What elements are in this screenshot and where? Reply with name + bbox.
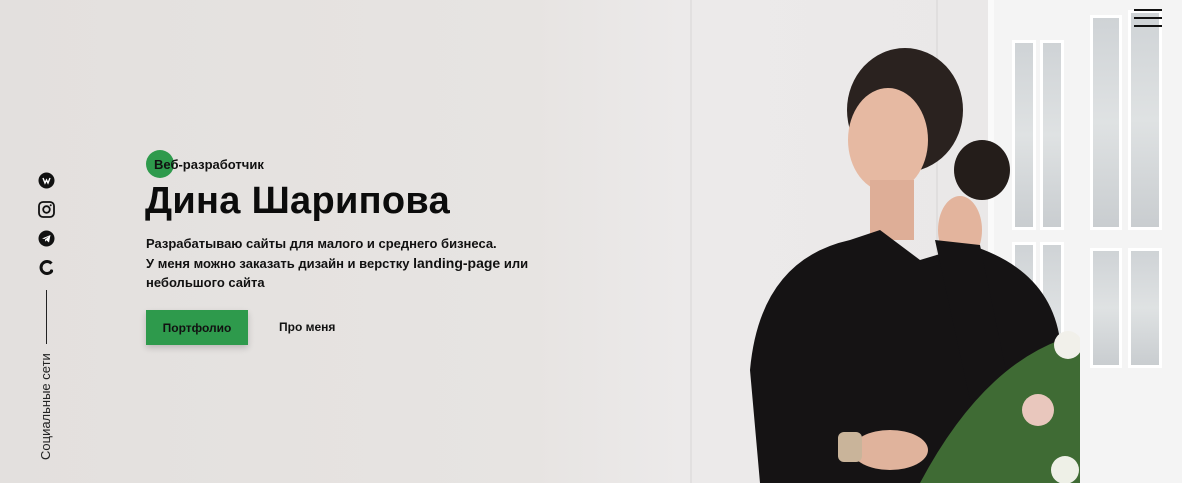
social-label: Социальные сети [38, 353, 53, 460]
page-title: Дина Шарипова [145, 180, 451, 222]
description-line-3: небольшого сайта [146, 275, 265, 290]
behance-icon[interactable] [38, 259, 55, 276]
social-links [36, 172, 56, 276]
description-line-2-strong: landing-page [413, 254, 501, 271]
telegram-icon[interactable] [38, 230, 55, 247]
description-line-2-suffix: или [500, 255, 529, 271]
role-badge: Веб-разработчик [146, 150, 264, 178]
description-line-2-prefix: У меня можно заказать дизайн и верстку [146, 255, 414, 271]
about-me-link[interactable]: Про меня [279, 320, 335, 334]
description-line-1: Разрабатываю сайты для малого и среднего… [146, 236, 497, 251]
instagram-icon[interactable] [37, 201, 55, 218]
hamburger-menu-button[interactable] [1134, 9, 1162, 27]
portrait-photo [750, 48, 1080, 483]
wall-seam [690, 0, 692, 483]
hero-description: Разрабатываю сайты для малого и среднего… [146, 234, 546, 293]
social-divider [46, 290, 47, 344]
badge-text: Веб-разработчик [154, 156, 264, 172]
vk-icon[interactable] [38, 172, 55, 189]
portfolio-button[interactable]: Портфолио [146, 310, 248, 345]
hamburger-icon [1134, 9, 1162, 11]
